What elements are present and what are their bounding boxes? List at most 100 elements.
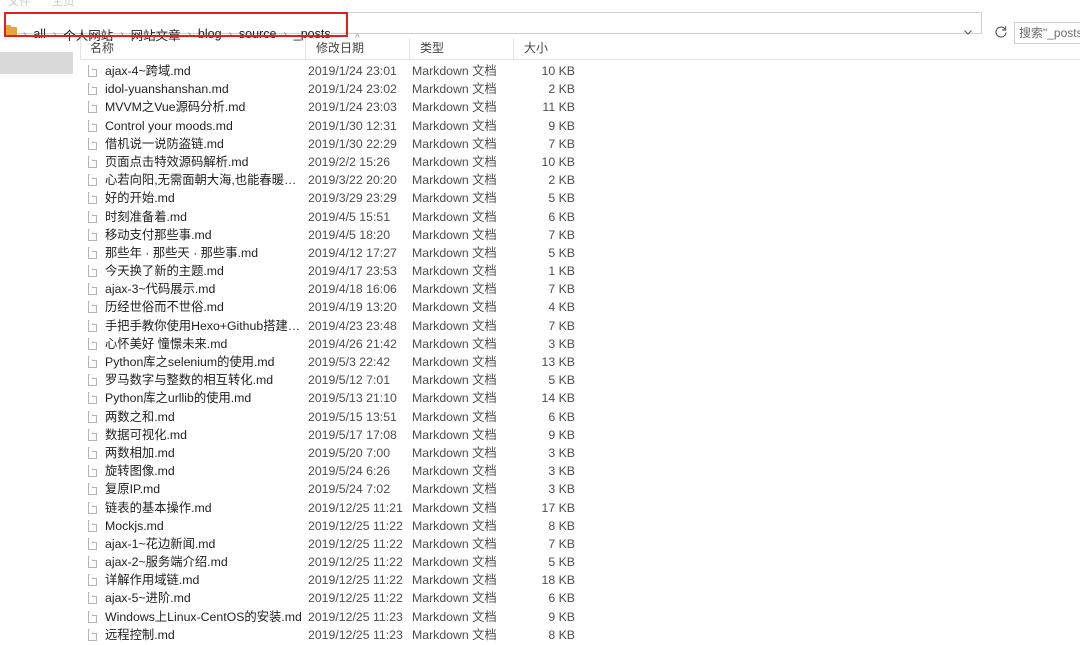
file-name: 两数相加.md <box>105 445 175 460</box>
file-row[interactable]: 复原IP.md 2019/5/24 7:02 Markdown 文档 3 KB <box>80 480 1080 498</box>
markdown-file-icon <box>88 192 97 205</box>
file-type: Markdown 文档 <box>412 391 497 406</box>
file-row[interactable]: 时刻准备着.md 2019/4/5 15:51 Markdown 文档 6 KB <box>80 208 1080 226</box>
file-row[interactable]: Mockjs.md 2019/12/25 11:22 Markdown 文档 8 KB <box>80 517 1080 535</box>
file-name: MVVM之Vue源码分析.md <box>105 100 246 115</box>
markdown-file-icon <box>88 265 97 278</box>
file-type: Markdown 文档 <box>412 118 497 133</box>
breadcrumb-item-网站文章[interactable]: 网站文章 <box>127 24 185 45</box>
file-row[interactable]: 远程控制.md 2019/12/25 11:23 Markdown 文档 8 KB <box>80 626 1080 644</box>
file-type: Markdown 文档 <box>412 409 497 424</box>
file-modified-date: 2019/12/25 11:22 <box>308 518 403 533</box>
file-modified-date: 2019/5/24 6:26 <box>308 464 391 479</box>
file-row[interactable]: ajax-1~花边新闻.md 2019/12/25 11:22 Markdown 文… <box>80 535 1080 553</box>
file-row[interactable]: 借机说一说防盗链.md 2019/1/30 22:29 Markdown 文档 7 K… <box>80 135 1080 153</box>
file-name: ajax-3~代码展示.md <box>105 282 216 297</box>
breadcrumb-item-个人网站[interactable]: 个人网站 <box>59 24 117 45</box>
file-name: ajax-1~花边新闻.md <box>105 536 216 551</box>
file-size: 7 KB <box>548 536 575 551</box>
file-name: 手把手教你使用Hexo+Github搭建个人... <box>105 318 305 333</box>
file-row[interactable]: 两数相加.md 2019/5/20 7:00 Markdown 文档 3 KB <box>80 444 1080 462</box>
breadcrumb-item-_posts[interactable]: _posts <box>290 26 335 42</box>
file-row[interactable]: 罗马数字与整数的相互转化.md 2019/5/12 7:01 Markdown 文档… <box>80 371 1080 389</box>
file-row[interactable]: 今天换了新的主题.md 2019/4/17 23:53 Markdown 文档 1 K… <box>80 262 1080 280</box>
file-modified-date: 2019/5/3 22:42 <box>308 355 391 369</box>
file-type: Markdown 文档 <box>412 591 497 606</box>
file-modified-date: 2019/4/12 17:27 <box>308 245 397 260</box>
ribbon-tab-home[interactable]: 主页 <box>52 0 75 9</box>
file-size: 4 KB <box>548 300 575 315</box>
markdown-file-icon <box>88 446 97 459</box>
markdown-file-icon <box>88 483 97 496</box>
file-type: Markdown 文档 <box>412 500 497 515</box>
file-size: 18 KB <box>541 573 576 588</box>
file-type: Markdown 文档 <box>412 154 497 169</box>
file-size: 3 KB <box>548 482 575 497</box>
file-name: 页面点击特效源码解析.md <box>105 154 249 169</box>
file-type: Markdown 文档 <box>412 245 497 260</box>
file-size: 9 KB <box>548 609 575 624</box>
file-row[interactable]: Python库之urllib的使用.md 2019/5/13 21:10 Markd… <box>80 389 1080 407</box>
file-row[interactable]: ajax-5~进阶.md 2019/12/25 11:22 Markdown 文档 6… <box>80 589 1080 607</box>
file-type: Markdown 文档 <box>412 336 497 351</box>
file-size: 6 KB <box>548 409 575 424</box>
file-name: 复原IP.md <box>105 482 161 497</box>
file-size: 14 KB <box>541 391 576 406</box>
file-row[interactable]: 历经世俗而不世俗.md 2019/4/19 13:20 Markdown 文档 4 K… <box>80 298 1080 316</box>
file-row[interactable]: 链表的基本操作.md 2019/12/25 11:21 Markdown 文档 17 … <box>80 499 1080 517</box>
file-row[interactable]: 心怀美好 憧憬未来.md 2019/4/26 21:42 Markdown 文档 3 … <box>80 335 1080 353</box>
file-row[interactable]: 详解作用域链.md 2019/12/25 11:22 Markdown 文档 18 K… <box>80 571 1080 589</box>
file-size: 8 KB <box>548 627 575 642</box>
file-row[interactable]: 那些年 · 那些天 · 那些事.md 2019/4/12 17:27 Markdow… <box>80 244 1080 262</box>
file-row[interactable]: 手把手教你使用Hexo+Github搭建个人... 2019/4/23 23:48… <box>80 317 1080 335</box>
markdown-file-icon <box>88 155 97 168</box>
file-name: 时刻准备着.md <box>105 209 187 224</box>
markdown-file-icon <box>88 301 97 314</box>
markdown-file-icon <box>88 119 97 132</box>
file-size: 3 KB <box>548 445 575 460</box>
file-size: 7 KB <box>548 136 575 151</box>
folder-icon <box>6 25 17 36</box>
breadcrumb[interactable]: › all › 个人网站 › 网站文章 › blog › source › _posts <box>22 22 335 46</box>
file-modified-date: 2019/5/12 7:01 <box>308 373 391 388</box>
chevron-down-icon[interactable] <box>962 26 974 38</box>
file-row[interactable]: 旋转图像.md 2019/5/24 6:26 Markdown 文档 3 KB <box>80 462 1080 480</box>
markdown-file-icon <box>88 410 97 423</box>
file-name: 链表的基本操作.md <box>105 500 212 515</box>
file-row[interactable]: 移动支付那些事.md 2019/4/5 18:20 Markdown 文档 7 KB <box>80 226 1080 244</box>
markdown-file-icon <box>88 428 97 441</box>
file-row[interactable]: 页面点击特效源码解析.md 2019/2/2 15:26 Markdown 文档 10… <box>80 153 1080 171</box>
markdown-file-icon <box>88 392 97 405</box>
breadcrumb-separator: › <box>120 28 124 40</box>
column-header-type[interactable]: 类型 <box>409 38 513 59</box>
file-type: Markdown 文档 <box>412 318 497 333</box>
file-modified-date: 2019/5/15 13:51 <box>308 409 397 424</box>
file-row[interactable]: MVVM之Vue源码分析.md 2019/1/24 23:03 Markdown 文… <box>80 98 1080 116</box>
file-type: Markdown 文档 <box>412 445 497 460</box>
file-type: Markdown 文档 <box>412 573 497 588</box>
file-row[interactable]: 好的开始.md 2019/3/29 23:29 Markdown 文档 5 KB <box>80 189 1080 207</box>
file-type: Markdown 文档 <box>412 555 497 570</box>
file-row[interactable]: idol-yuanshanshan.md 2019/1/24 23:02 Markd… <box>80 80 1080 98</box>
file-row[interactable]: 两数之和.md 2019/5/15 13:51 Markdown 文档 6 KB <box>80 408 1080 426</box>
breadcrumb-item-blog[interactable]: blog <box>194 26 226 42</box>
file-row[interactable]: 数据可视化.md 2019/5/17 17:08 Markdown 文档 9 KB <box>80 426 1080 444</box>
ribbon-tab-file[interactable]: 文件 <box>8 0 31 9</box>
breadcrumb-item-all[interactable]: all <box>29 26 50 42</box>
column-header-size[interactable]: 大小 <box>513 38 581 59</box>
file-row[interactable]: Python库之selenium的使用.md 2019/5/3 22:42 Mark… <box>80 353 1080 371</box>
file-modified-date: 2019/12/25 11:23 <box>308 627 403 642</box>
file-row[interactable]: 心若向阳,无需面朝大海,也能春暖花开.md2019/3/22 20:20 Mark… <box>80 171 1080 189</box>
file-row[interactable]: ajax-4~跨域.md 2019/1/24 23:01 Markdown 文档 10… <box>80 62 1080 80</box>
file-size: 5 KB <box>548 373 575 388</box>
file-type: Markdown 文档 <box>412 209 497 224</box>
file-size: 10 KB <box>541 64 576 78</box>
file-row[interactable]: Control your moods.md 2019/1/30 12:31 Mark… <box>80 117 1080 135</box>
file-row[interactable]: Windows上Linux-CentOS的安装.md 2019/12/25 11:… <box>80 608 1080 626</box>
file-row[interactable]: ajax-2~服务端介绍.md 2019/12/25 11:22 Markdown … <box>80 553 1080 571</box>
file-type: Markdown 文档 <box>412 536 497 551</box>
file-row[interactable]: ajax-3~代码展示.md 2019/4/18 16:06 Markdown 文档… <box>80 280 1080 298</box>
file-type: Markdown 文档 <box>412 627 497 642</box>
breadcrumb-item-source[interactable]: source <box>235 26 281 42</box>
file-modified-date: 2019/5/24 7:02 <box>308 482 391 497</box>
